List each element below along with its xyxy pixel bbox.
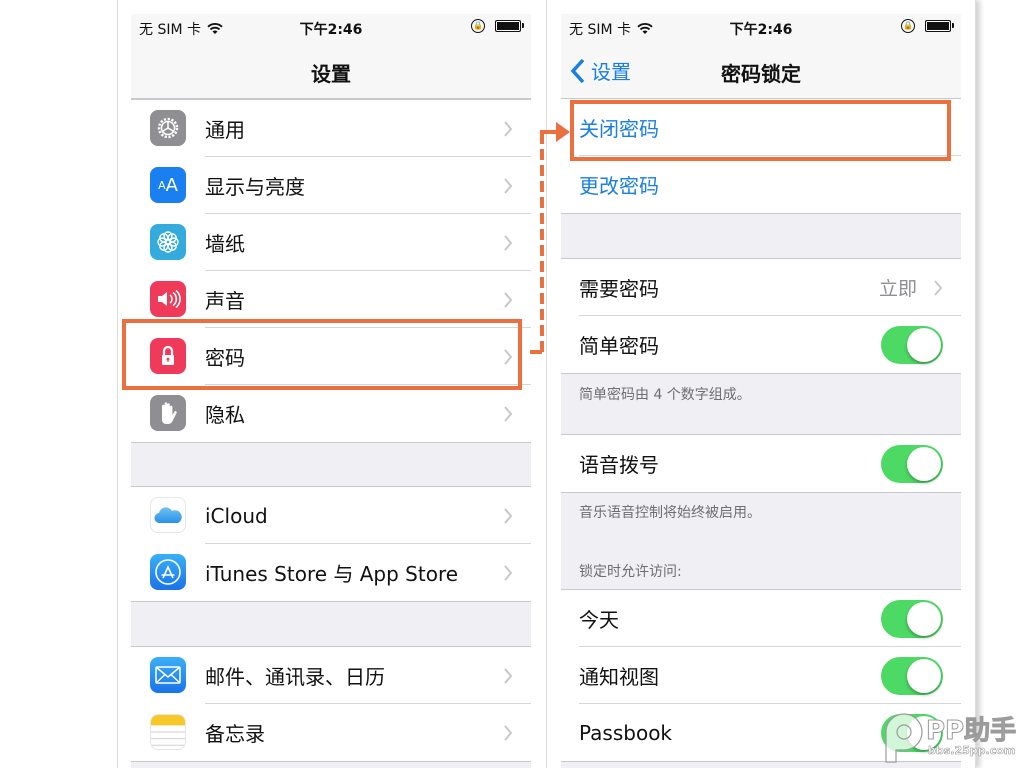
chevron-right-icon [934,279,943,296]
settings-item-label: iCloud [205,503,268,528]
page-title: 设置 [311,62,351,86]
right-phone-panel: 无 SIM 卡 下午2:46 🔒 设置 密码锁定 关闭密码 更改密码 需要密码 … [546,0,976,768]
settings-item-label: 墙纸 [205,232,245,256]
mail-icon [150,657,186,693]
settings-item-display[interactable]: AA 显示与亮度 [131,157,531,214]
lock-access-label: Passbook [579,720,673,745]
change-passcode-label: 更改密码 [579,174,659,198]
gear-icon [150,110,186,146]
voice-dial-group: 语音拨号 [561,434,961,493]
require-passcode-value: 立即 [878,278,917,300]
settings-item-label: iTunes Store 与 App Store [205,562,459,586]
arrow-head-icon [556,122,570,142]
voice-dial-toggle[interactable] [881,444,943,483]
chevron-right-icon [504,177,513,194]
speaker-icon [150,281,186,317]
settings-item-notes[interactable]: 备忘录 [131,704,531,761]
lock-access-label: 今天 [579,608,619,632]
simple-passcode-label: 简单密码 [579,334,659,358]
settings-group-3: 邮件、通讯录、日历 备忘录 [131,646,531,762]
status-bar: 无 SIM 卡 下午2:46 🔒 [561,14,961,42]
settings-group-2: iCloud iTunes Store 与 App Store [131,486,531,602]
page-title: 密码锁定 [721,62,801,86]
nav-bar: 设置 [131,42,531,99]
settings-group-1: 通用 AA 显示与亮度 墙纸 声音 密码 隐私 [131,99,531,443]
lock-access-header: 锁定时允许访问: [579,564,682,580]
settings-item-general[interactable]: 通用 [131,100,531,157]
simple-passcode-note: 简单密码由 4 个数字组成。 [579,387,751,403]
chevron-right-icon [504,405,513,422]
settings-item-passcode[interactable]: 密码 [131,328,531,385]
voice-dial-label: 语音拨号 [579,453,659,477]
settings-screen: 无 SIM 卡 下午2:46 🔒 设置 通用 AA 显示与亮度 墙纸 声音 密码… [131,14,531,768]
lock-access-today-row: 今天 [561,590,961,647]
passcode-actions-group: 关闭密码 更改密码 [561,98,961,214]
battery-icon [925,20,954,32]
lock-icon [150,338,186,374]
settings-item-itunes-app-store[interactable]: iTunes Store 与 App Store [131,544,531,601]
settings-item-label: 隐私 [205,403,245,427]
left-phone-panel: 无 SIM 卡 下午2:46 🔒 设置 通用 AA 显示与亮度 墙纸 声音 密码… [117,0,547,768]
settings-item-icloud[interactable]: iCloud [131,487,531,544]
passcode-lock-screen: 无 SIM 卡 下午2:46 🔒 设置 密码锁定 关闭密码 更改密码 需要密码 … [561,14,961,768]
settings-item-label: 密码 [205,346,245,370]
rotation-lock-icon: 🔒 [471,19,485,33]
today-toggle[interactable] [881,599,943,638]
connector-arrow [530,122,570,354]
flower-icon [150,224,186,260]
voice-dial-note: 音乐语音控制将始终被启用。 [579,505,761,521]
settings-item-sounds[interactable]: 声音 [131,271,531,328]
chevron-right-icon [504,234,513,251]
notification-view-toggle[interactable] [881,656,943,695]
app-store-icon [150,554,186,590]
watermark: PP助手 bbs.25pp.com [878,708,1018,764]
settings-item-label: 声音 [205,289,245,313]
require-passcode-label: 需要密码 [579,277,659,301]
chevron-right-icon [504,667,513,684]
chevron-right-icon [504,120,513,137]
require-passcode-row[interactable]: 需要密码 立即 [561,259,961,316]
turn-passcode-off-button[interactable]: 关闭密码 [561,99,961,156]
notes-icon [150,714,186,750]
settings-item-label: 显示与亮度 [205,175,305,199]
settings-item-label: 邮件、通讯录、日历 [205,665,385,689]
settings-item-wallpaper[interactable]: 墙纸 [131,214,531,271]
chevron-right-icon [504,564,513,581]
text-size-icon: AA [150,167,186,203]
battery-icon [495,20,524,32]
status-bar: 无 SIM 卡 下午2:46 🔒 [131,14,531,42]
voice-dial-row: 语音拨号 [561,435,961,492]
settings-item-privacy[interactable]: 隐私 [131,385,531,442]
rotation-lock-icon: 🔒 [901,19,915,33]
chevron-right-icon [504,291,513,308]
settings-item-mail-contacts-calendars[interactable]: 邮件、通讯录、日历 [131,647,531,704]
change-passcode-button[interactable]: 更改密码 [561,156,961,213]
turn-passcode-off-label: 关闭密码 [579,117,659,141]
simple-passcode-row: 简单密码 [561,316,961,373]
lock-access-label: 通知视图 [579,665,659,689]
cloud-icon [150,497,186,533]
pp-logo-icon [885,713,923,763]
chevron-right-icon [504,348,513,365]
chevron-right-icon [504,507,513,524]
lock-access-notifications-row: 通知视图 [561,647,961,704]
settings-item-label: 通用 [205,118,245,142]
hand-icon [150,395,186,431]
passcode-options-group: 需要密码 立即 简单密码 [561,258,961,374]
chevron-right-icon [504,724,513,741]
watermark-url: bbs.25pp.com [928,744,1016,758]
watermark-brand: PP助手 [925,716,1017,747]
nav-bar: 设置 密码锁定 [561,42,961,99]
simple-passcode-toggle[interactable] [881,325,943,364]
settings-item-label: 备忘录 [205,722,265,746]
